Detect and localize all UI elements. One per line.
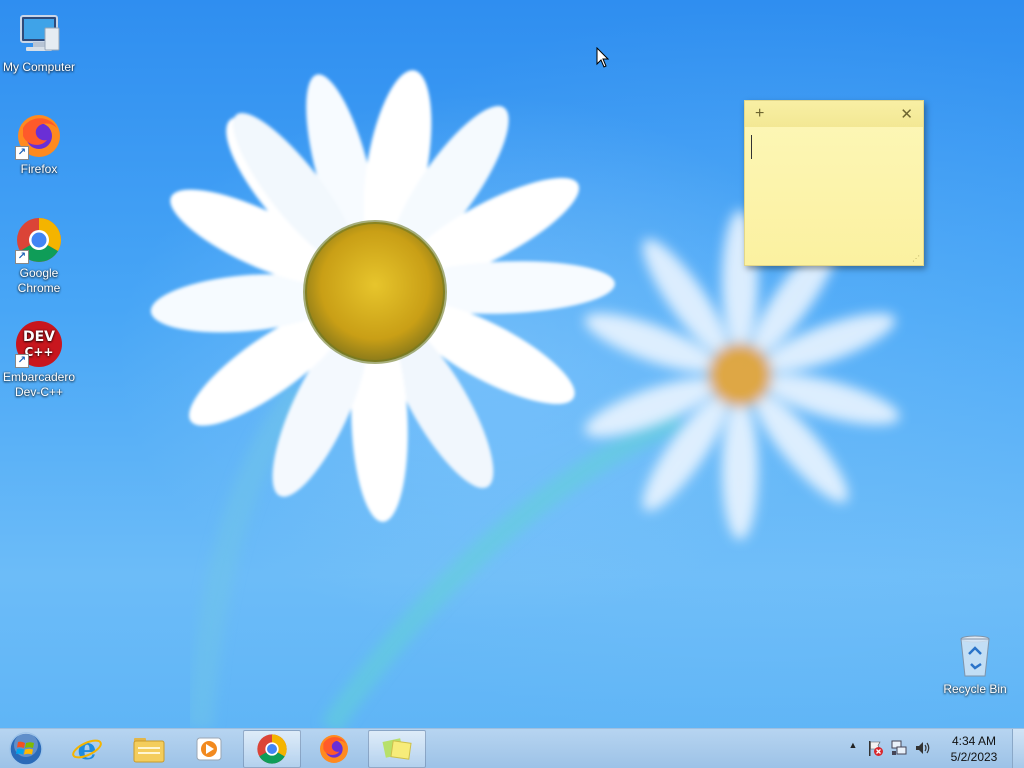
clock-time: 4:34 AM [951, 734, 997, 748]
shortcut-arrow-icon: ↗ [15, 250, 29, 264]
text-caret [751, 135, 752, 159]
media-player-icon [196, 737, 222, 761]
desktop-icon-label: My Computer [2, 60, 76, 74]
sticky-note-text-area[interactable] [751, 131, 917, 255]
firefox-icon [320, 735, 348, 763]
new-note-button[interactable]: + [755, 105, 764, 123]
recycle-bin-icon [951, 632, 999, 680]
windows-orb-icon [9, 732, 43, 766]
sticky-note-window[interactable]: + ✕ ⋰ [744, 100, 924, 266]
desktop-icon-google-chrome[interactable]: ↗ Google Chrome [0, 216, 78, 296]
action-center-flag-icon[interactable] [866, 739, 884, 757]
clock-date: 5/2/2023 [950, 750, 998, 764]
devcpp-badge-text: DEV [23, 329, 55, 345]
volume-icon[interactable] [914, 739, 932, 757]
sticky-note-titlebar[interactable]: + ✕ [745, 101, 923, 127]
folder-icon [133, 738, 165, 763]
svg-text:e: e [77, 733, 96, 765]
ie-icon: e [72, 733, 102, 765]
taskbar-internet-explorer[interactable]: e [58, 730, 116, 768]
close-note-button[interactable]: ✕ [900, 105, 913, 123]
start-button[interactable] [6, 731, 46, 767]
sticky-notes-icon [382, 738, 412, 760]
desktop-icon-recycle-bin[interactable]: Recycle Bin [936, 632, 1014, 697]
chrome-icon [257, 734, 287, 764]
taskbar-media-player[interactable] [180, 730, 238, 768]
mouse-cursor-icon [596, 47, 610, 68]
taskbar: e ▲ 4:34 AM 5/2/2023 [0, 728, 1024, 768]
devcpp-icon: DEV C++ ↗ [15, 320, 63, 368]
show-desktop-button[interactable] [1012, 729, 1024, 768]
taskbar-firefox[interactable] [305, 730, 363, 768]
desktop-icon-devcpp[interactable]: DEV C++ ↗ Embarcadero Dev-C++ [0, 320, 78, 400]
desktop-icon-label: Google Chrome [17, 266, 61, 295]
shortcut-arrow-icon: ↗ [15, 354, 29, 368]
desktop-icon-firefox[interactable]: ↗ Firefox [0, 112, 78, 177]
desktop-icon-label: Embarcadero Dev-C++ [2, 370, 76, 399]
firefox-icon: ↗ [15, 112, 63, 160]
computer-icon [15, 10, 63, 58]
system-clock[interactable]: 4:34 AM 5/2/2023 [938, 733, 1010, 765]
show-hidden-icons-button[interactable]: ▲ [844, 740, 862, 758]
taskbar-file-explorer[interactable] [120, 730, 178, 768]
desktop-icon-label: Recycle Bin [943, 682, 1007, 696]
network-icon[interactable] [890, 739, 908, 757]
taskbar-google-chrome[interactable] [243, 730, 301, 768]
desktop-icon-my-computer[interactable]: My Computer [0, 10, 78, 75]
desktop[interactable]: My Computer ↗ Firefox ↗ Google Chrome DE… [0, 0, 1024, 768]
shortcut-arrow-icon: ↗ [15, 146, 29, 160]
taskbar-sticky-notes[interactable] [368, 730, 426, 768]
desktop-icon-label: Firefox [20, 162, 58, 176]
chrome-icon: ↗ [15, 216, 63, 264]
resize-grip-icon[interactable]: ⋰ [912, 254, 920, 263]
